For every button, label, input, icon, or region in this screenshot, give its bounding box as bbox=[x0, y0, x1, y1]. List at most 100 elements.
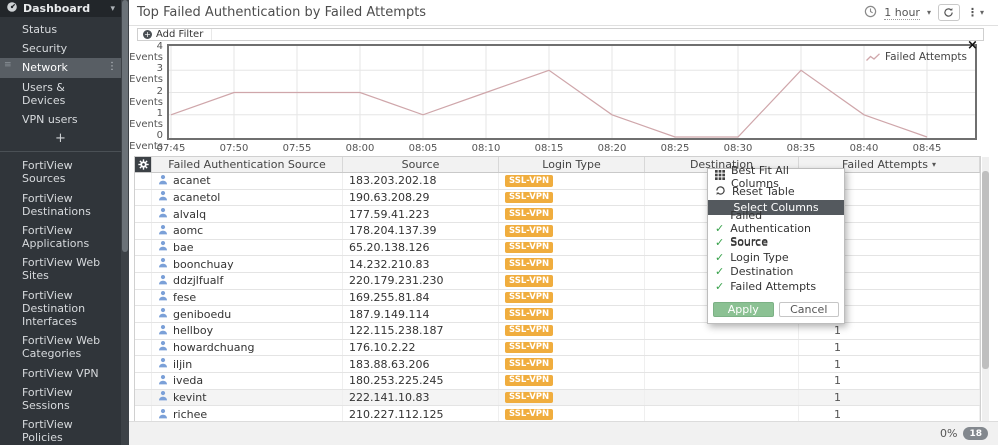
chart-close-icon[interactable]: × bbox=[967, 39, 978, 52]
sidebar-scrollbar[interactable] bbox=[121, 0, 129, 445]
add-filter-button[interactable]: + Add Filter bbox=[138, 29, 213, 40]
sidebar-item-fortiview-destination-interfaces[interactable]: FortiView Destination Interfaces bbox=[0, 286, 121, 332]
table-row[interactable]: howardchuang 176.10.2.22 SSL-VPN 1 bbox=[135, 339, 980, 357]
cell-login-type[interactable]: SSL-VPN bbox=[499, 272, 645, 289]
table-row[interactable]: geniboedu 187.9.149.114 SSL-VPN 1 bbox=[135, 306, 980, 323]
sidebar-scrollbar-thumb[interactable] bbox=[122, 0, 128, 252]
table-row[interactable]: aomc 178.204.137.39 SSL-VPN 1 bbox=[135, 222, 980, 240]
cell-source-ip[interactable]: 180.253.225.245 bbox=[343, 372, 499, 389]
menu-column-option-login-type[interactable]: ✓ Login Type bbox=[708, 250, 844, 265]
table-row[interactable]: iveda 180.253.225.245 SSL-VPN 1 bbox=[135, 372, 980, 390]
cell-destination[interactable] bbox=[645, 372, 799, 389]
sidebar-item-users-devices[interactable]: Users & Devices bbox=[0, 78, 121, 110]
cell-failed-auth-source[interactable]: geniboedu bbox=[152, 306, 343, 322]
sidebar-item-status[interactable]: Status bbox=[0, 20, 121, 39]
cell-login-type[interactable]: SSL-VPN bbox=[499, 189, 645, 206]
cell-login-type[interactable]: SSL-VPN bbox=[499, 206, 645, 222]
cell-login-type[interactable]: SSL-VPN bbox=[499, 256, 645, 272]
cell-failed-auth-source[interactable]: howardchuang bbox=[152, 339, 343, 356]
sidebar-item-network[interactable]: ≡ Network ⋮ bbox=[0, 58, 121, 78]
cell-failed-auth-source[interactable]: iveda bbox=[152, 372, 343, 389]
table-scrollbar[interactable] bbox=[982, 157, 989, 421]
apply-button[interactable]: Apply bbox=[713, 301, 774, 317]
cell-source-ip[interactable]: 190.63.208.29 bbox=[343, 189, 499, 206]
cell-login-type[interactable]: SSL-VPN bbox=[499, 239, 645, 256]
cell-failed-attempts[interactable]: 1 bbox=[799, 389, 980, 406]
filter-bar[interactable]: + Add Filter bbox=[137, 28, 984, 41]
cell-login-type[interactable]: SSL-VPN bbox=[499, 356, 645, 372]
sidebar-header-dashboard[interactable]: Dashboard ▾ bbox=[0, 0, 121, 17]
column-header-login-type[interactable]: Login Type bbox=[499, 157, 645, 172]
cell-login-type[interactable]: SSL-VPN bbox=[499, 322, 645, 339]
cell-failed-attempts[interactable]: 1 bbox=[799, 356, 980, 372]
cell-failed-attempts[interactable]: 1 bbox=[799, 322, 980, 339]
cell-failed-auth-source[interactable]: kevint bbox=[152, 389, 343, 406]
table-row[interactable]: iljin 183.88.63.206 SSL-VPN 1 bbox=[135, 356, 980, 373]
cell-failed-attempts[interactable]: 1 bbox=[799, 339, 980, 356]
cell-login-type[interactable]: SSL-VPN bbox=[499, 173, 645, 189]
time-range-dropdown[interactable]: 1 hour bbox=[884, 6, 920, 20]
table-scrollbar-thumb[interactable] bbox=[982, 171, 989, 369]
column-header-source[interactable]: Source bbox=[343, 157, 499, 172]
cell-login-type[interactable]: SSL-VPN bbox=[499, 222, 645, 239]
sidebar-item-fortiview-sources[interactable]: FortiView Sources bbox=[0, 156, 121, 188]
table-row[interactable]: acanetol 190.63.208.29 SSL-VPN 1 bbox=[135, 189, 980, 207]
menu-column-option-failed-attempts[interactable]: ✓ Failed Attempts bbox=[708, 279, 844, 294]
sidebar-item-fortiview-web-sites[interactable]: FortiView Web Sites bbox=[0, 253, 121, 285]
cell-failed-auth-source[interactable]: aomc bbox=[152, 222, 343, 239]
cell-source-ip[interactable]: 187.9.149.114 bbox=[343, 306, 499, 322]
kebab-icon[interactable]: ⋮ bbox=[107, 61, 117, 73]
cell-login-type[interactable]: SSL-VPN bbox=[499, 289, 645, 306]
sidebar-item-fortiview-destinations[interactable]: FortiView Destinations bbox=[0, 189, 121, 221]
cell-source-ip[interactable]: 183.88.63.206 bbox=[343, 356, 499, 372]
cell-source-ip[interactable]: 176.10.2.22 bbox=[343, 339, 499, 356]
cell-source-ip[interactable]: 177.59.41.223 bbox=[343, 206, 499, 222]
menu-item-best-fit-all-columns[interactable]: Best Fit All Columns bbox=[708, 164, 844, 190]
cell-source-ip[interactable]: 178.204.137.39 bbox=[343, 222, 499, 239]
table-row[interactable]: alvalq 177.59.41.223 SSL-VPN 1 bbox=[135, 206, 980, 223]
cell-login-type[interactable]: SSL-VPN bbox=[499, 339, 645, 356]
cell-login-type[interactable]: SSL-VPN bbox=[499, 372, 645, 389]
table-row[interactable]: acanet 183.203.202.18 SSL-VPN 1 bbox=[135, 173, 980, 190]
table-row[interactable]: boonchuay 14.232.210.83 SSL-VPN 1 bbox=[135, 256, 980, 273]
cell-failed-auth-source[interactable]: hellboy bbox=[152, 322, 343, 339]
cancel-button[interactable]: Cancel bbox=[778, 301, 839, 317]
cell-destination[interactable] bbox=[645, 339, 799, 356]
table-settings-button[interactable] bbox=[135, 157, 152, 172]
refresh-button[interactable] bbox=[937, 4, 960, 21]
sidebar-item-security[interactable]: Security bbox=[0, 39, 121, 58]
cell-destination[interactable] bbox=[645, 356, 799, 372]
cell-login-type[interactable]: SSL-VPN bbox=[499, 389, 645, 406]
cell-failed-auth-source[interactable]: fese bbox=[152, 289, 343, 306]
cell-failed-auth-source[interactable]: bae bbox=[152, 239, 343, 256]
sidebar-add-button[interactable]: + bbox=[0, 129, 121, 150]
cell-failed-auth-source[interactable]: boonchuay bbox=[152, 256, 343, 272]
cell-source-ip[interactable]: 183.203.202.18 bbox=[343, 173, 499, 189]
cell-source-ip[interactable]: 65.20.138.126 bbox=[343, 239, 499, 256]
menu-column-option-destination[interactable]: ✓ Destination bbox=[708, 265, 844, 280]
cell-failed-auth-source[interactable]: acanetol bbox=[152, 189, 343, 206]
sidebar-item-fortiview-policies[interactable]: FortiView Policies bbox=[0, 415, 121, 445]
cell-failed-attempts[interactable]: 1 bbox=[799, 372, 980, 389]
cell-source-ip[interactable]: 14.232.210.83 bbox=[343, 256, 499, 272]
sidebar-item-fortiview-applications[interactable]: FortiView Applications bbox=[0, 221, 121, 253]
table-row[interactable]: bae 65.20.138.126 SSL-VPN 1 bbox=[135, 239, 980, 257]
cell-failed-auth-source[interactable]: acanet bbox=[152, 173, 343, 189]
table-row[interactable]: kevint 222.141.10.83 SSL-VPN 1 bbox=[135, 389, 980, 407]
cell-failed-auth-source[interactable]: iljin bbox=[152, 356, 343, 372]
cell-source-ip[interactable]: 122.115.238.187 bbox=[343, 322, 499, 339]
cell-destination[interactable] bbox=[645, 322, 799, 339]
column-header-failed-auth-source[interactable]: Failed Authentication Source bbox=[152, 157, 343, 172]
sidebar-item-fortiview-web-categories[interactable]: FortiView Web Categories bbox=[0, 331, 121, 363]
cell-failed-auth-source[interactable]: alvalq bbox=[152, 206, 343, 222]
table-row[interactable]: fese 169.255.81.84 SSL-VPN 1 bbox=[135, 289, 980, 307]
table-row[interactable]: ddzjlfualf 220.179.231.230 SSL-VPN 1 bbox=[135, 272, 980, 290]
cell-destination[interactable] bbox=[645, 389, 799, 406]
sidebar-item-fortiview-vpn[interactable]: FortiView VPN bbox=[0, 364, 121, 383]
table-row[interactable]: hellboy 122.115.238.187 SSL-VPN 1 bbox=[135, 322, 980, 340]
sidebar-item-vpn-users[interactable]: VPN users bbox=[0, 110, 121, 129]
cell-source-ip[interactable]: 169.255.81.84 bbox=[343, 289, 499, 306]
sidebar-item-fortiview-sessions[interactable]: FortiView Sessions bbox=[0, 383, 121, 415]
cell-login-type[interactable]: SSL-VPN bbox=[499, 306, 645, 322]
cell-source-ip[interactable]: 220.179.231.230 bbox=[343, 272, 499, 289]
